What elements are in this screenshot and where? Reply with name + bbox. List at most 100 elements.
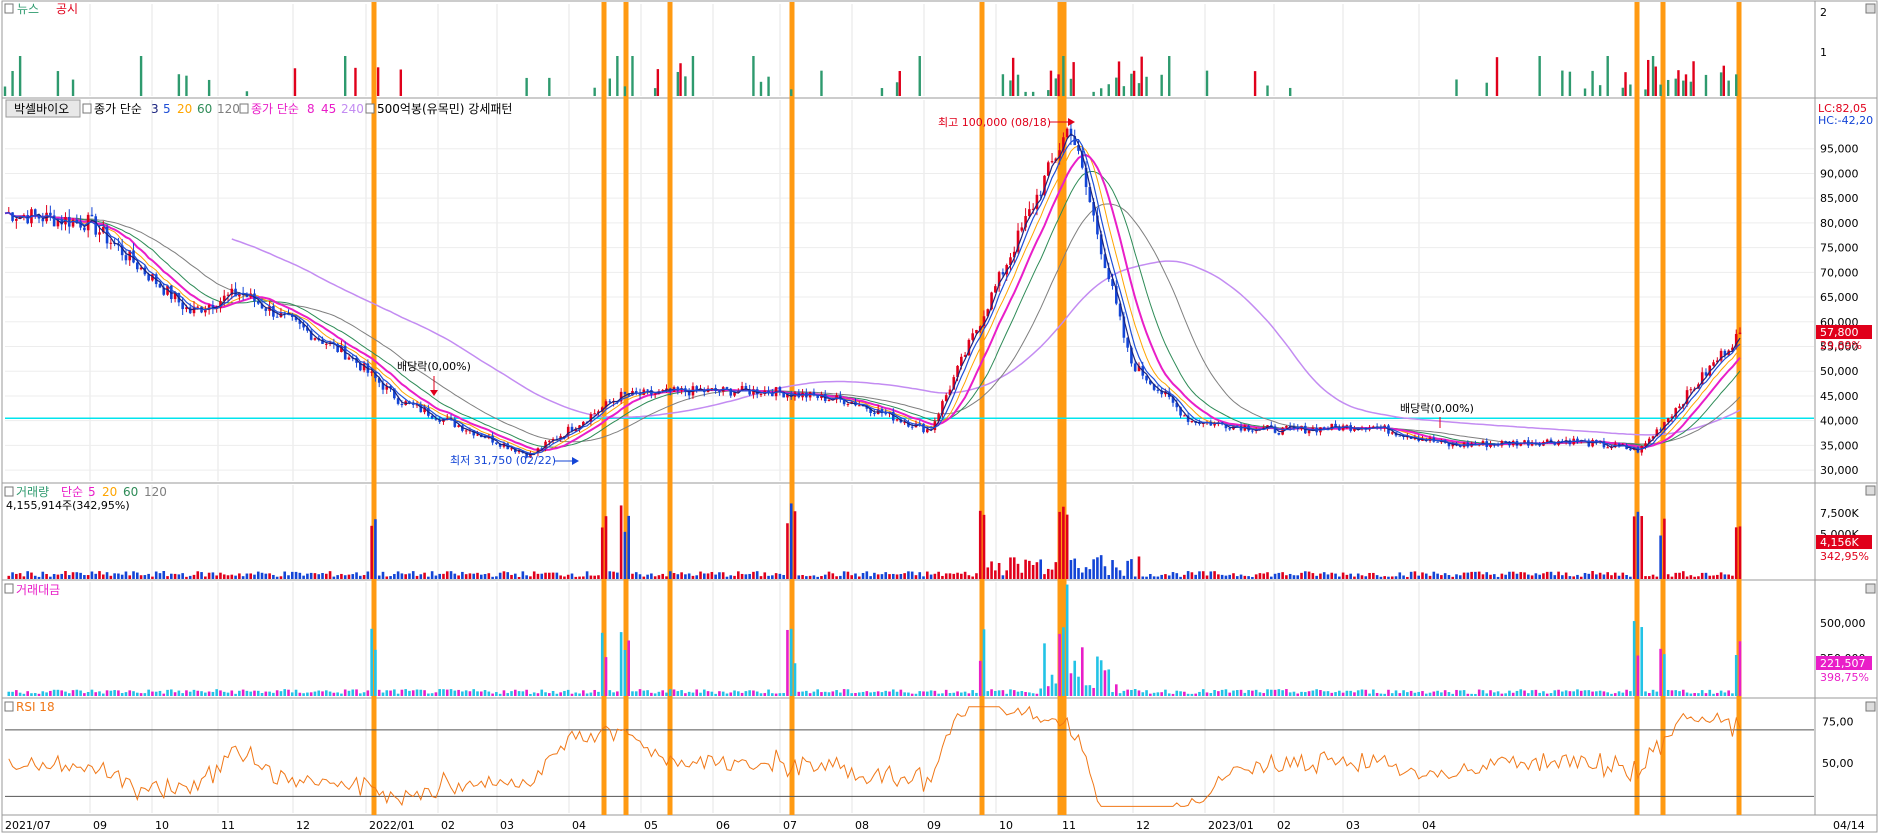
volume-bar [1326,574,1330,579]
low-annotation: 최저 31,750 (02/22) [450,454,556,467]
stock-name[interactable]: 박셀바이오 [14,102,69,116]
news-bar [1047,90,1050,96]
volume-bar [151,576,154,579]
volume-panel-collapse-button[interactable] [1865,485,1876,496]
trading-value-bar [502,690,506,696]
volume-bar [1020,572,1024,579]
volume-bar [1338,576,1341,579]
trading-value-bar [672,689,676,696]
trading-value-bar [1016,691,1020,696]
volume-bar [1738,526,1742,579]
trading-value-bar [1156,692,1160,696]
trading-value-panel-collapse-button[interactable] [1865,583,1876,594]
trading-value-bar [1266,689,1269,696]
trading-value-bar [1353,692,1356,696]
trading-value-bar [1602,691,1606,696]
volume-bar [846,571,850,579]
volume-bar [1005,570,1008,579]
trading-value-bar [1288,692,1292,696]
trading-value-bar [1394,690,1398,696]
volume-bar [1530,575,1534,579]
volume-bar [185,576,188,579]
disclosure-label[interactable]: 공시 [56,2,78,16]
trading-value-bar [260,692,264,696]
trading-value-bar [827,692,831,696]
disclosure-bar [1057,74,1060,96]
volume-bar [427,576,430,579]
candle-body [646,389,649,391]
volume-bar [831,573,835,579]
volume-bar [377,575,381,579]
volume-bar [978,510,982,579]
trading-value-bar [1167,693,1171,696]
trading-value-bar [423,690,426,696]
volume-bar [430,571,434,579]
disclosure-bar [1677,70,1680,96]
candle-body [52,215,56,227]
volume-bar [408,573,411,579]
volume-bar [1734,527,1738,579]
trading-value-bar [1462,690,1466,696]
trading-value-bar [230,690,234,696]
trading-value-bar [1050,674,1054,696]
news-bar [1591,70,1594,96]
candle-body [857,405,861,407]
trading-value-bar [627,640,630,696]
trading-value-bar [1659,648,1662,696]
volume-bar [1636,511,1640,579]
volume-bar [1394,576,1398,579]
volume-bar [491,576,494,579]
volume-bar [487,573,491,579]
candle-body [653,393,657,395]
trading-value-bar [196,690,200,696]
trading-value-bar [1224,689,1228,696]
volume-bar [1644,576,1647,579]
trading-value-bar [332,692,336,696]
news-panel-collapse-button[interactable] [1865,3,1876,14]
volume-bar [1519,572,1523,579]
volume-bar [222,574,226,579]
volume-bar [1719,572,1723,579]
candle-body [430,415,434,419]
volume-bar [101,574,105,579]
volume-bar [226,575,230,579]
volume-bar [1322,572,1326,579]
volume-bar [608,571,612,579]
x-tick-label: 07 [783,819,797,832]
trading-value-bar [457,689,460,696]
volume-bar [714,574,717,579]
volume-bar [1678,572,1681,579]
news-label[interactable]: 뉴스 [17,2,39,16]
chart-canvas[interactable]: 2021/07 09 10 11 12 2022/01 02 03 04 05 06 07 08 09 10… [0,0,1881,835]
trading-value-bar [820,692,823,696]
volume-bar [162,571,166,579]
volume-bar [476,572,479,579]
volume-bar [283,571,287,579]
trading-value-bar [1239,689,1243,696]
trading-value-bar [396,693,400,696]
candle-body [400,403,404,406]
candle-body [1251,430,1254,432]
candle-body [971,333,974,340]
trading-value-bar [593,689,596,696]
trading-value-bar [1077,676,1080,696]
trading-value-bar [540,689,544,696]
volume-bar [1247,576,1250,579]
trading-value-bar [918,691,922,696]
volume-bar [873,572,876,579]
trading-value-bar [279,691,283,696]
news-bar [1568,71,1572,96]
volume-bar [135,572,139,579]
volume-bar [718,572,721,579]
trading-value-bar [1591,691,1594,696]
volume-bar [139,575,143,579]
trading-value-bar [1542,691,1545,696]
trading-value-bar [1009,689,1012,696]
trading-value-bar [718,691,721,696]
volume-bar [253,574,256,579]
volume-bar [313,573,317,579]
volume-bar [1175,573,1179,579]
volume-bar [434,575,438,579]
rsi-panel-collapse-button[interactable] [1865,701,1876,712]
volume-bar [1587,573,1591,579]
